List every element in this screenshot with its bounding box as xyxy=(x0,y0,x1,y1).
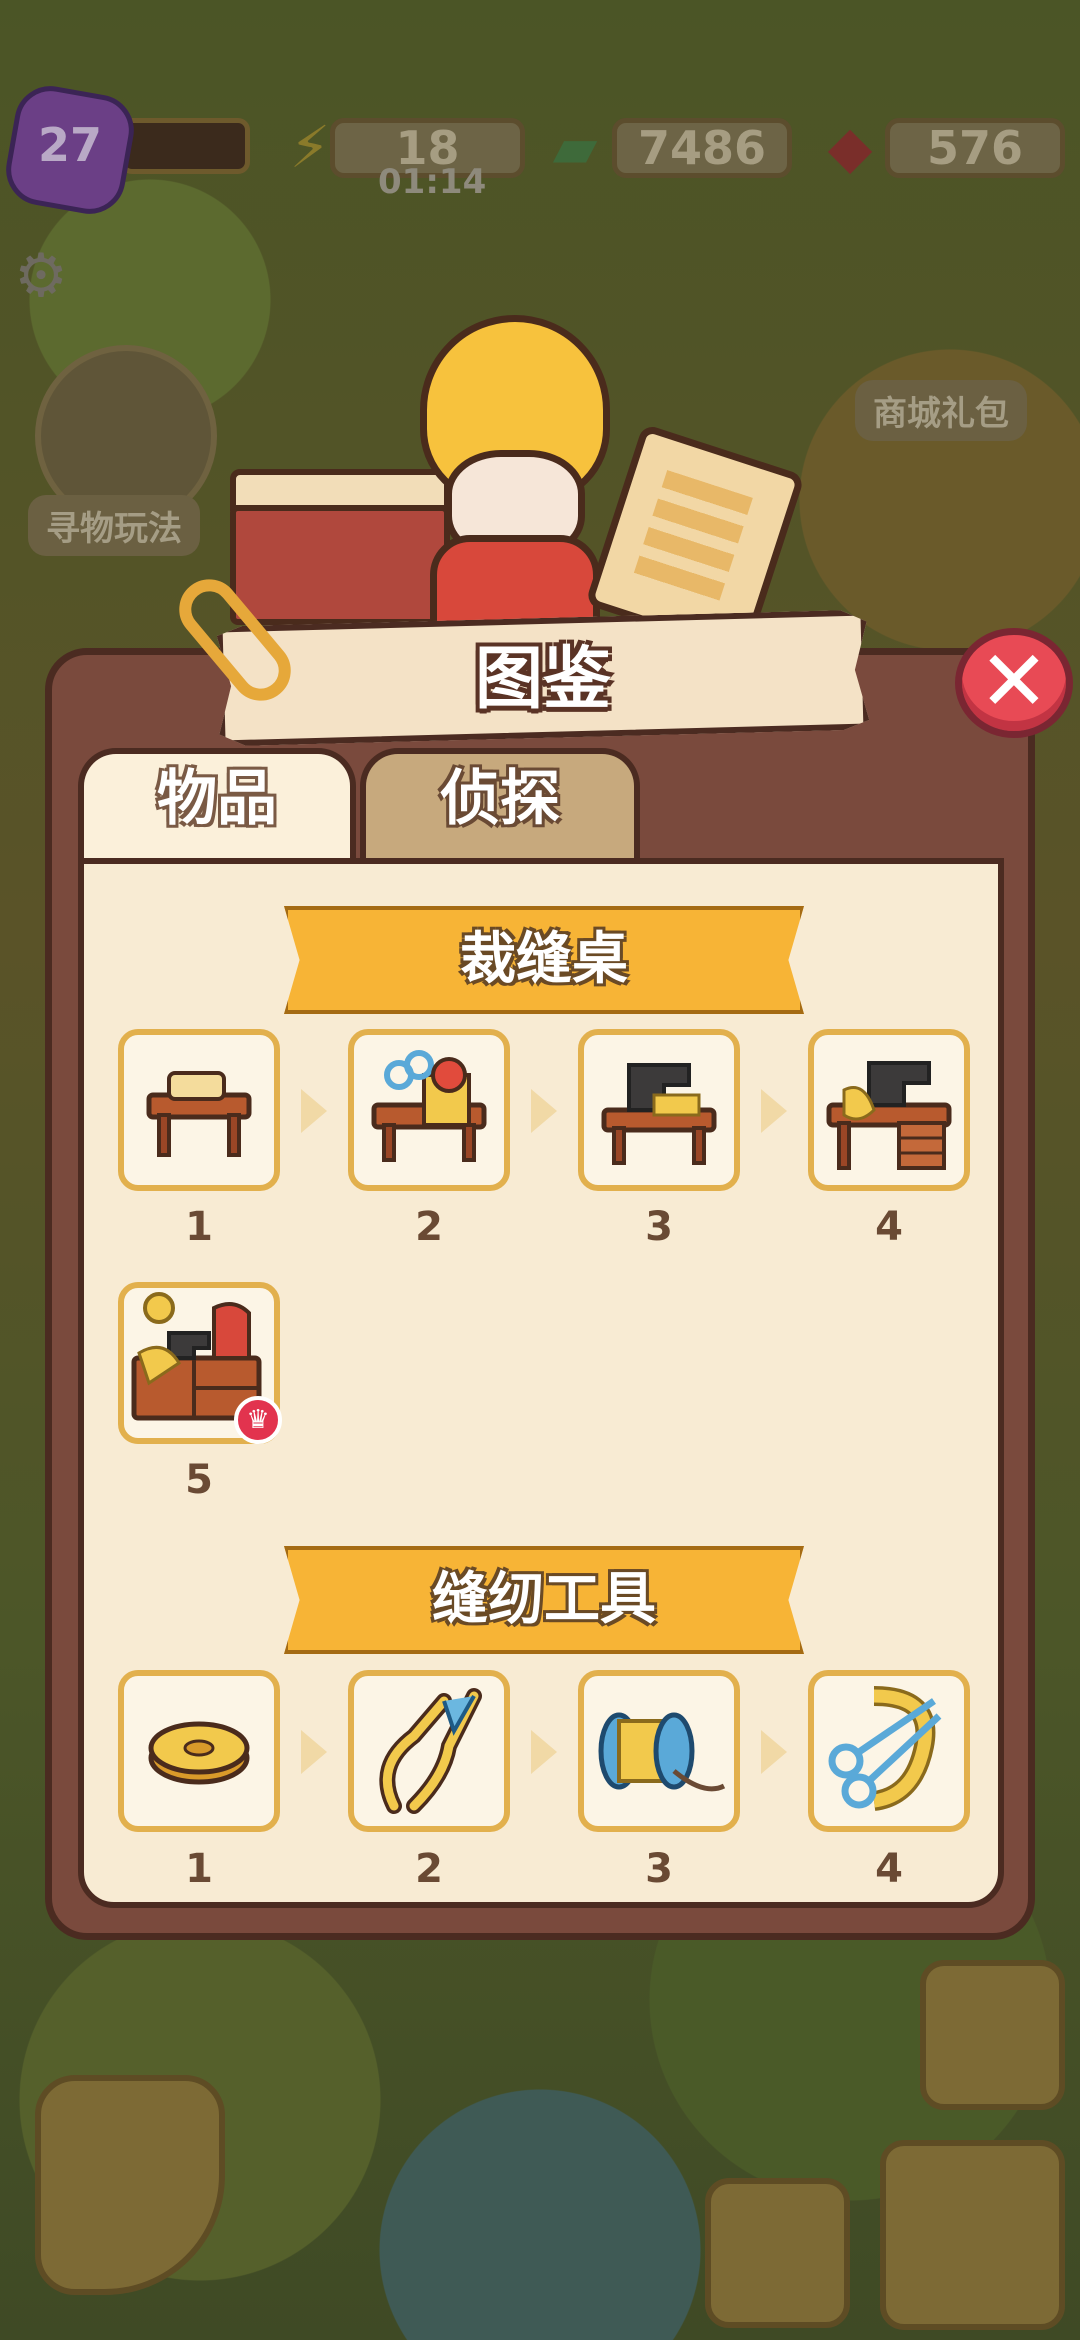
item-slot[interactable] xyxy=(118,1670,280,1832)
detective-illustration xyxy=(230,315,810,657)
section-title-tailor-table: 裁缝桌 xyxy=(284,906,804,1014)
item-level-label: 2 xyxy=(415,1846,443,1892)
arrow-right-icon xyxy=(761,1089,787,1133)
arrow-right-icon xyxy=(531,1089,557,1133)
item-slot[interactable] xyxy=(348,1670,510,1832)
modal-title: 图鉴 xyxy=(474,640,611,719)
close-button[interactable]: ✕ xyxy=(955,628,1073,738)
tab-detective[interactable]: 侦探 xyxy=(360,748,640,868)
arrow-right-icon xyxy=(301,1730,327,1774)
item-level-label: 1 xyxy=(185,1204,213,1250)
item-level-label: 1 xyxy=(185,1846,213,1892)
item-level-label: 4 xyxy=(875,1846,903,1892)
arrow-right-icon xyxy=(301,1089,327,1133)
item-level-label: 5 xyxy=(185,1457,213,1503)
item-slot[interactable] xyxy=(808,1670,970,1832)
item-slot[interactable]: ♛ xyxy=(118,1282,282,1444)
item-slot[interactable] xyxy=(348,1029,510,1191)
scissors-and-ribbon-icon xyxy=(828,1686,942,1811)
collection-content[interactable]: 裁缝桌 1 2 3 4 ♛ 5 缝纫工具 1 2 3 4 xyxy=(78,858,1004,1908)
item-slot[interactable] xyxy=(578,1029,740,1191)
close-icon: ✕ xyxy=(978,632,1050,730)
item-level-label: 3 xyxy=(645,1204,673,1250)
item-slot[interactable] xyxy=(118,1029,280,1191)
arrow-right-icon xyxy=(761,1730,787,1774)
thread-snips-icon xyxy=(379,1688,482,1814)
table-with-scroll-icon xyxy=(146,1071,252,1157)
item-level-label: 3 xyxy=(645,1846,673,1892)
item-slot[interactable] xyxy=(808,1029,970,1191)
item-slot[interactable] xyxy=(578,1670,740,1832)
section-title-sewing-tools: 缝纫工具 xyxy=(284,1546,804,1654)
item-level-label: 2 xyxy=(415,1204,443,1250)
max-level-crown-icon: ♛ xyxy=(234,1396,282,1444)
arrow-right-icon xyxy=(531,1730,557,1774)
table-with-scissors-icon xyxy=(371,1050,487,1162)
thread-spool-icon xyxy=(598,1712,726,1792)
tab-items[interactable]: 物品 xyxy=(78,748,356,868)
measuring-tape-icon xyxy=(148,1721,250,1785)
sewing-desk-icon xyxy=(826,1061,952,1170)
sewing-machine-table-icon xyxy=(601,1063,717,1165)
book-stack-icon xyxy=(230,469,450,625)
item-level-label: 4 xyxy=(875,1204,903,1250)
